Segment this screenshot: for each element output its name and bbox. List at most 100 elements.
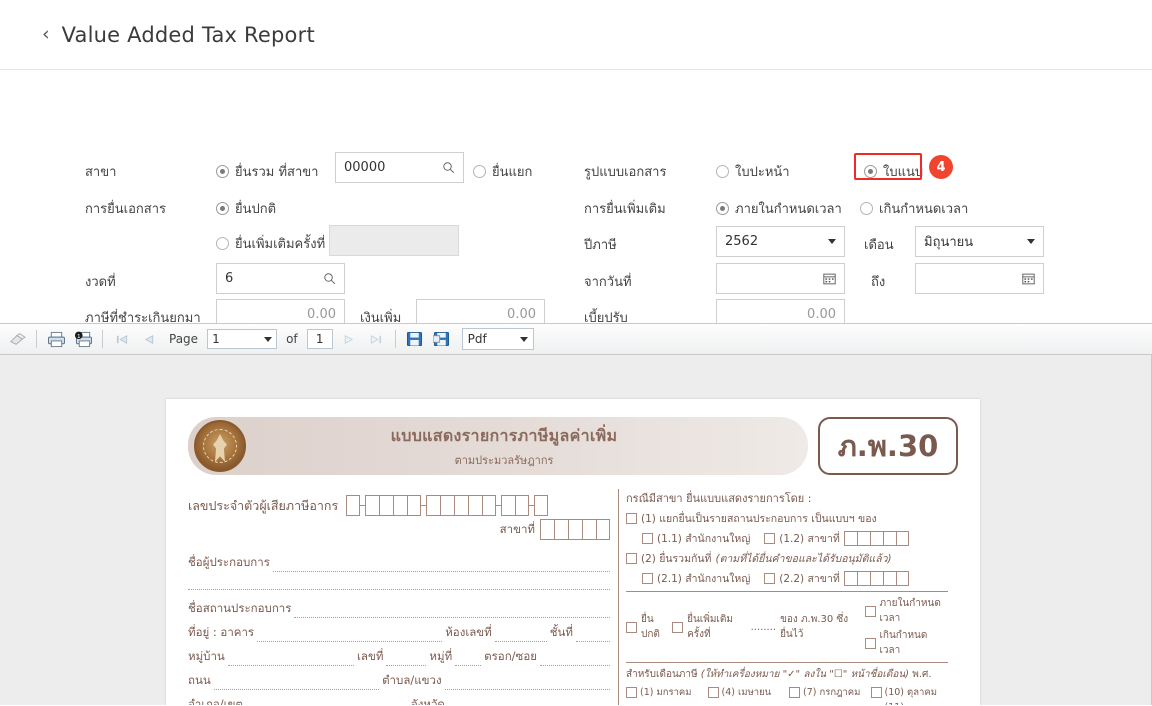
branch-code-input[interactable]: 00000	[335, 152, 464, 183]
previous-page-icon[interactable]	[138, 328, 160, 350]
next-page-icon[interactable]	[338, 328, 360, 350]
chevron-down-icon	[519, 336, 528, 342]
month-select[interactable]: มิถุนายน	[915, 226, 1044, 257]
toolbar-separator	[394, 330, 396, 348]
checkbox-icon[interactable]	[707, 687, 719, 698]
month-item[interactable]: (5) พฤษภาคม	[708, 702, 786, 705]
month-item[interactable]: (1) มกราคม	[626, 685, 704, 700]
radio-filing-additional-label: ยื่นเพิ่มเติมครั้งที่	[235, 237, 326, 252]
form-code-badge: ภ.พ.30	[818, 417, 958, 475]
checkbox-icon[interactable]	[870, 687, 882, 698]
branch-option-2-sub: (2.1) สำนักงานใหญ่ (2.2) สาขาที่	[642, 570, 948, 587]
checkbox-icon[interactable]	[865, 605, 877, 617]
month-item[interactable]: (8) สิงหาคม	[789, 702, 867, 705]
address-row: ที่อยู่ : อาคาร ห้องเลขที่ ชั้นที่	[188, 624, 610, 642]
month-label: (11) พฤศจิกายน	[885, 702, 949, 705]
save-icon[interactable]	[404, 328, 426, 350]
print-current-page-icon[interactable]: 1	[72, 328, 94, 350]
print-icon[interactable]	[45, 328, 67, 350]
chevron-left-icon[interactable]: ‹	[42, 25, 50, 44]
date-from-input[interactable]	[716, 263, 845, 294]
branch-option-2-1-label: (2.1) สำนักงานใหญ่	[657, 573, 751, 585]
branch-no-boxes	[540, 519, 610, 540]
radio-doc-attachment-label: ใบแนบ	[883, 165, 924, 180]
month-title-year: พ.ศ.	[912, 669, 932, 680]
tax-id-row: เลขประจำตัวผู้เสียภาษีอากร	[188, 495, 610, 516]
filing-dots: ........	[750, 621, 777, 633]
radio-branch-separate[interactable]: ยื่นแยก	[473, 161, 532, 182]
filing-normal-label: ยื่นปกติ	[641, 614, 660, 640]
filter-form: สาขา ยื่นรวม ที่สาขา 00000 ยื่นแยก รูปแบ…	[0, 70, 1152, 381]
radio-indicator	[216, 202, 229, 215]
checkbox-icon[interactable]	[865, 637, 877, 649]
fill-line	[294, 606, 610, 618]
garuda-emblem-icon	[194, 420, 246, 472]
tax-year-select[interactable]: 2562	[716, 226, 845, 257]
last-page-icon[interactable]	[365, 328, 387, 350]
checkbox-icon[interactable]	[626, 687, 637, 698]
checkbox-icon[interactable]	[626, 621, 637, 633]
fill-line	[386, 654, 427, 666]
report-title-sub: ตามประมวลรัษฎากร	[454, 453, 554, 467]
export-format-select[interactable]: Pdf	[461, 328, 534, 350]
additional-count-input[interactable]	[329, 225, 459, 256]
road-row: ถนน ตำบล/แขวง	[188, 672, 610, 690]
checkbox-icon[interactable]	[642, 533, 653, 544]
radio-doc-cover[interactable]: ใบปะหน้า	[716, 161, 790, 182]
month-item[interactable]: (11) พฤศจิกายน	[871, 702, 949, 705]
date-to-input[interactable]	[915, 263, 1044, 294]
eraser-icon[interactable]	[6, 328, 28, 350]
tax-id-boxes	[501, 495, 530, 516]
first-page-icon[interactable]	[111, 328, 133, 350]
tax-id-boxes	[534, 495, 549, 516]
tax-id-boxes	[426, 495, 497, 516]
calendar-icon[interactable]	[1022, 272, 1035, 285]
report-header: แบบแสดงรายการภาษีมูลค่าเพิ่ม ตามประมวลรั…	[188, 417, 958, 479]
period-label: งวดที่	[85, 275, 116, 290]
report-page: แบบแสดงรายการภาษีมูลค่าเพิ่ม ตามประมวลรั…	[166, 399, 980, 705]
month-item[interactable]: (4) เมษายน	[707, 685, 786, 700]
room-label: ห้องเลขที่	[445, 625, 492, 639]
filing-additional-label: ยื่นเพิ่มเติมครั้งที่	[687, 614, 733, 640]
radio-extra-in-time[interactable]: ภายในกำหนดเวลา	[716, 198, 842, 219]
month-item[interactable]: (10) ตุลาคม	[870, 685, 949, 700]
filing-label: การยื่นเอกสาร	[85, 202, 166, 217]
divider	[626, 591, 948, 592]
radio-branch-combined[interactable]: ยื่นรวม ที่สาขา	[216, 161, 318, 182]
month-item[interactable]: (2) กุมภาพันธ์	[626, 702, 704, 705]
period-input[interactable]: 6	[216, 263, 345, 294]
branch-option-2-2-label: (2.2) สาขาที่	[779, 573, 840, 585]
month-value: มิถุนายน	[924, 235, 974, 250]
checkbox-icon[interactable]	[672, 621, 684, 633]
checkbox-icon[interactable]	[764, 573, 776, 584]
radio-extra-overdue[interactable]: เกินกำหนดเวลา	[860, 198, 968, 219]
page-number-input[interactable]: 1	[207, 329, 278, 349]
export-icon[interactable]	[431, 328, 453, 350]
filing-additional-tail: ของ ภ.พ.30 ซึ่งยื่นไว้	[780, 614, 849, 640]
checkbox-icon[interactable]	[626, 513, 637, 524]
calendar-icon[interactable]	[823, 272, 836, 285]
month-item[interactable]: (7) กรกฎาคม	[789, 685, 867, 700]
radio-filing-additional[interactable]: ยื่นเพิ่มเติมครั้งที่	[216, 233, 325, 254]
radio-doc-attachment[interactable]: ใบแนบ	[864, 161, 923, 182]
search-icon[interactable]	[442, 161, 455, 174]
checkbox-icon[interactable]	[626, 553, 637, 564]
branch-option-2[interactable]: (2) ยื่นรวมกันที่ (ตามที่ได้ยื่นคำขอและไ…	[626, 550, 948, 567]
radio-filing-normal[interactable]: ยื่นปกติ	[216, 198, 276, 219]
tax-year-label: ปีภาษี	[584, 238, 617, 253]
checkbox-icon[interactable]	[642, 573, 653, 584]
branch-option-1[interactable]: (1) แยกยื่นเป็นรายสถานประกอบการ เป็นแบบฯ…	[626, 510, 948, 527]
overpaid-tax-value: 0.00	[307, 307, 336, 322]
tax-id-boxes	[365, 495, 422, 516]
page-title: Value Added Tax Report	[61, 22, 315, 47]
village-label: หมู่บ้าน	[188, 649, 225, 663]
report-right-column: กรณีมีสาขา ยื่นแบบแสดงรายการโดย : (1) แย…	[618, 489, 948, 705]
search-icon[interactable]	[323, 272, 336, 285]
checkbox-icon[interactable]	[764, 533, 776, 544]
step-badge-4: 4	[929, 155, 953, 179]
fill-line	[246, 702, 408, 705]
report-header-band: แบบแสดงรายการภาษีมูลค่าเพิ่ม ตามประมวลรั…	[188, 417, 808, 475]
district-row: อำเภอ/เขต จังหวัด	[188, 696, 610, 705]
checkbox-icon[interactable]	[789, 687, 800, 698]
branch-option-1-label: (1) แยกยื่นเป็นรายสถานประกอบการ เป็นแบบฯ…	[641, 513, 877, 525]
